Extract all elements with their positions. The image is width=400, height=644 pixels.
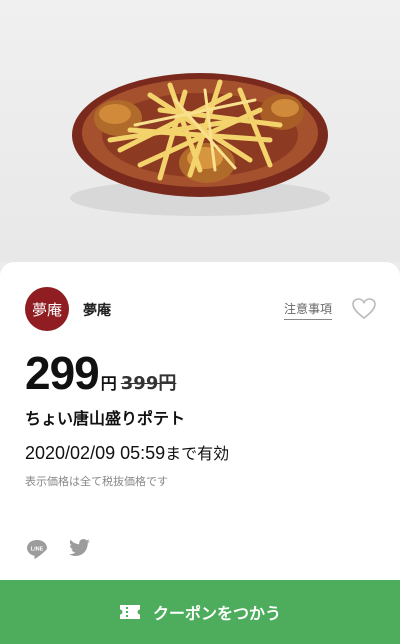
shop-logo: 夢庵 — [25, 287, 69, 331]
line-icon[interactable]: LINE — [25, 537, 49, 561]
item-name: ちょい唐山盛りポテト — [25, 409, 186, 428]
currency-label: 円 — [100, 374, 117, 393]
ticket-icon — [119, 605, 140, 619]
shop-name: 夢庵 — [83, 303, 111, 319]
shop-logo-text: 夢庵 — [31, 300, 62, 319]
current-price: 299 — [25, 347, 100, 399]
price-row: 299 円 399円 — [25, 346, 176, 400]
tax-note: 表示価格は全て税抜価格です — [25, 475, 168, 488]
notes-link[interactable]: 注意事項 — [284, 300, 333, 320]
food-photo-illustration — [70, 73, 330, 216]
food-image — [0, 0, 400, 262]
use-coupon-button[interactable]: クーポンをつかう — [0, 580, 400, 644]
twitter-icon[interactable] — [67, 538, 91, 560]
heart-icon[interactable] — [351, 297, 377, 321]
use-coupon-label: クーポンをつかう — [152, 604, 281, 623]
svg-text:LINE: LINE — [31, 547, 44, 553]
validity: 2020/02/09 05:59まで有効 — [25, 440, 229, 464]
validity-suffix: まで有効 — [165, 444, 230, 463]
validity-date: 2020/02/09 05:59 — [25, 443, 166, 463]
original-price: 399円 — [120, 373, 177, 394]
